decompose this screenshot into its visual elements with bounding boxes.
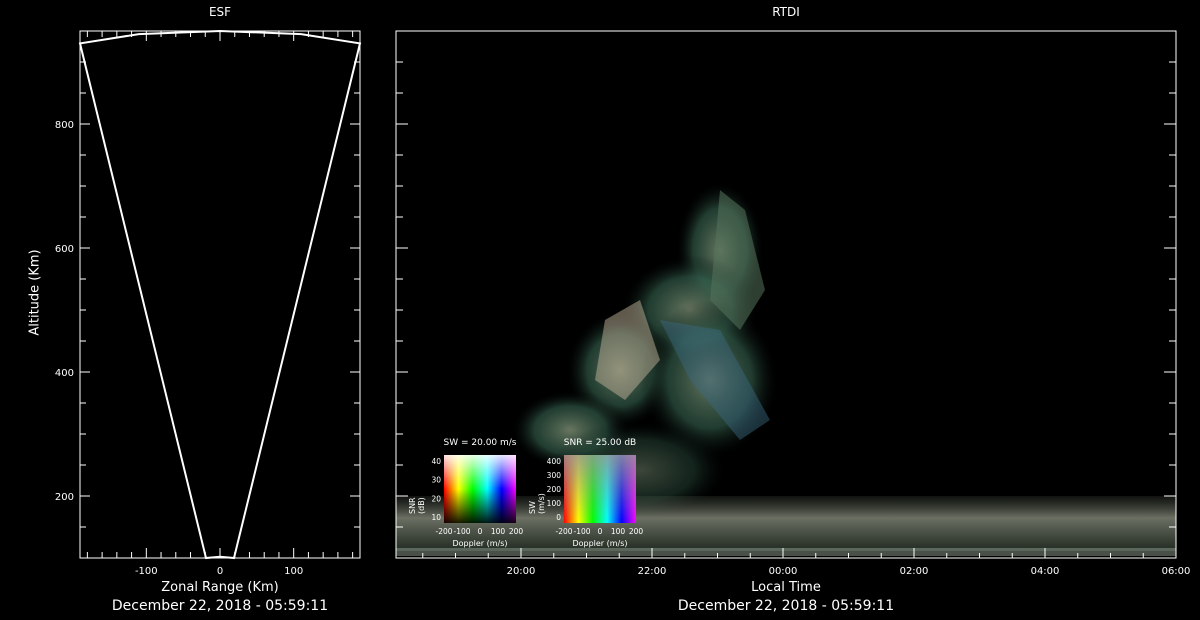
- legend-sw-xlabel: Doppler (m/s): [452, 539, 508, 548]
- esf-date: December 22, 2018 - 05:59:11: [111, 598, 329, 614]
- esf-xtick-label: -100: [135, 566, 158, 577]
- esf-ylabel: Altitude (Km): [27, 249, 43, 336]
- legend-ytick-label: 100: [547, 499, 562, 508]
- legend-ytick-label: 10: [431, 513, 441, 522]
- esf-frame: [79, 30, 361, 559]
- rtdi-xtick-label: 04:00: [1031, 566, 1060, 577]
- legend-xtick-label: 200: [629, 527, 644, 536]
- legend-snr-xlabel: Doppler (m/s): [572, 539, 628, 548]
- legend-xtick-label: 0: [598, 527, 603, 536]
- esf-fan-outline: [78, 29, 362, 560]
- rtdi-xtick-label: 06:00: [1162, 566, 1190, 577]
- rtdi-xtick-label: 00:00: [769, 566, 798, 577]
- legend-ytick-label: 400: [547, 457, 562, 466]
- esf-xtick-label: 0: [217, 566, 223, 577]
- legend-ytick-label: 30: [431, 476, 441, 485]
- esf-xlabel: Zonal Range (Km): [161, 580, 279, 595]
- legend-xtick-label: -200: [555, 527, 572, 536]
- legend-ytick-label: 20: [431, 494, 441, 503]
- legend-xtick-label: -200: [435, 527, 452, 536]
- legend-xtick-label: -100: [573, 527, 590, 536]
- esf-xtick-label: 100: [284, 566, 303, 577]
- legend-snr-ylabel: SW (m/s): [528, 493, 546, 514]
- legend-sw: SW = 20.00 m/s -200 -100 0 100 200 10 20 30 40 S…: [400, 432, 540, 552]
- legend-ytick-label: 200: [547, 485, 562, 494]
- esf-axes: 200400600800-100 0 100: [55, 31, 360, 577]
- legend-ytick-label: 40: [431, 457, 441, 466]
- esf-ylabel-box: Altitude (Km): [0, 30, 70, 558]
- legend-xtick-label: 100: [491, 527, 506, 536]
- rtdi-xtick-label: 02:00: [900, 566, 929, 577]
- rtdi-xtick-label: 20:00: [507, 566, 536, 577]
- rtdi-xtick-label: 22:00: [638, 566, 667, 577]
- legend-xtick-label: 0: [478, 527, 483, 536]
- rtdi-xlabel: Local Time: [751, 580, 821, 595]
- legend-snr: SNR = 25.00 dB -200 -100 0 100 200 0 100 200 300…: [520, 432, 660, 552]
- legend-sw-ylabel: SNR (dB): [408, 497, 426, 514]
- legend-xtick-label: 100: [611, 527, 626, 536]
- legend-ytick-label: 0: [556, 513, 561, 522]
- legend-xtick-label: -100: [453, 527, 470, 536]
- legend-ytick-label: 300: [547, 471, 562, 480]
- rtdi-date: December 22, 2018 - 05:59:11: [677, 598, 895, 614]
